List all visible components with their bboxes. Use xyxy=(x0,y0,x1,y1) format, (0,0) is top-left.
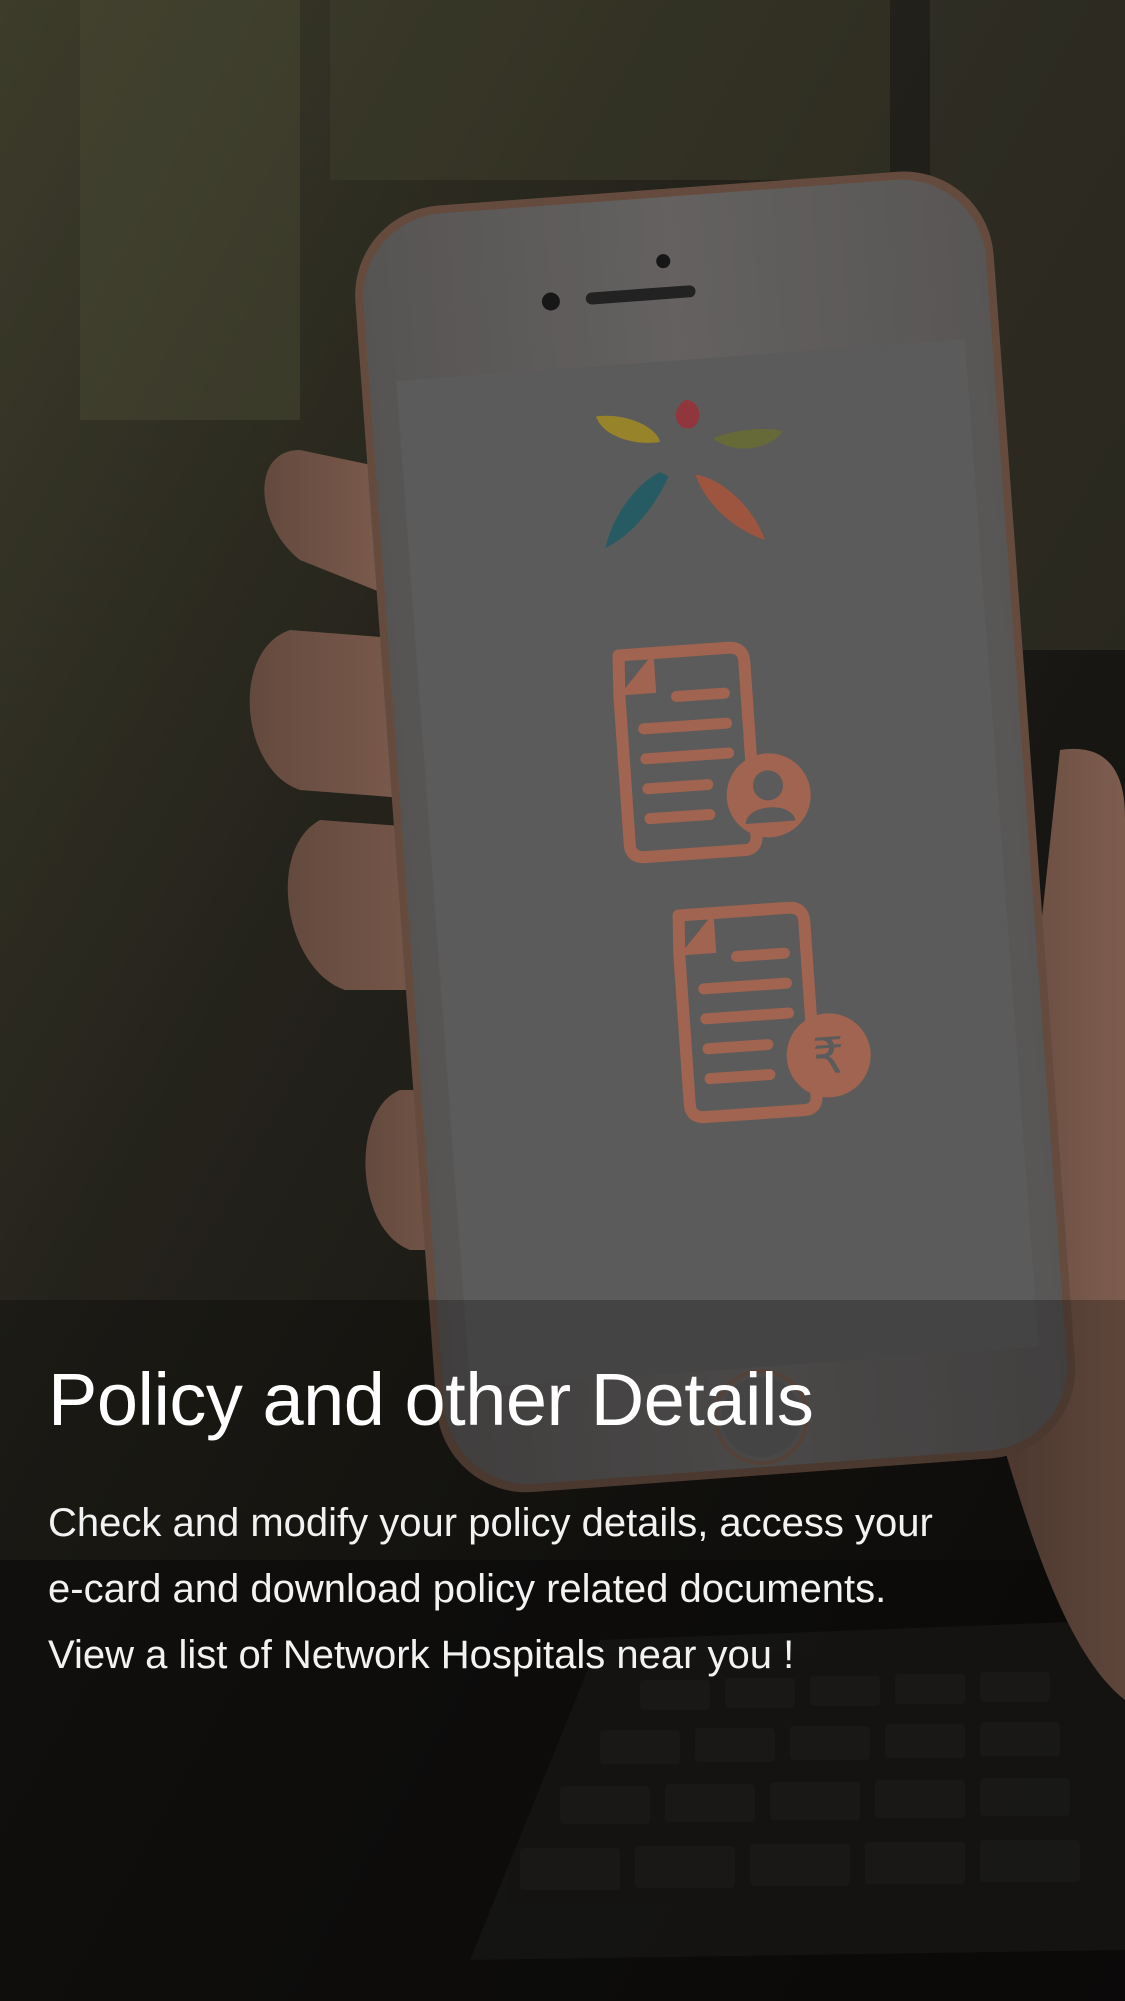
description-line: View a list of Network Hospitals near yo… xyxy=(48,1633,795,1677)
background-photo: ₹ xyxy=(0,0,1125,2001)
onboarding-description: Check and modify your policy details, ac… xyxy=(48,1490,1048,1688)
onboarding-title: Policy and other Details xyxy=(48,1358,814,1441)
description-line: Check and modify your policy details, ac… xyxy=(48,1501,933,1545)
description-line: e-card and download policy related docum… xyxy=(48,1567,887,1611)
